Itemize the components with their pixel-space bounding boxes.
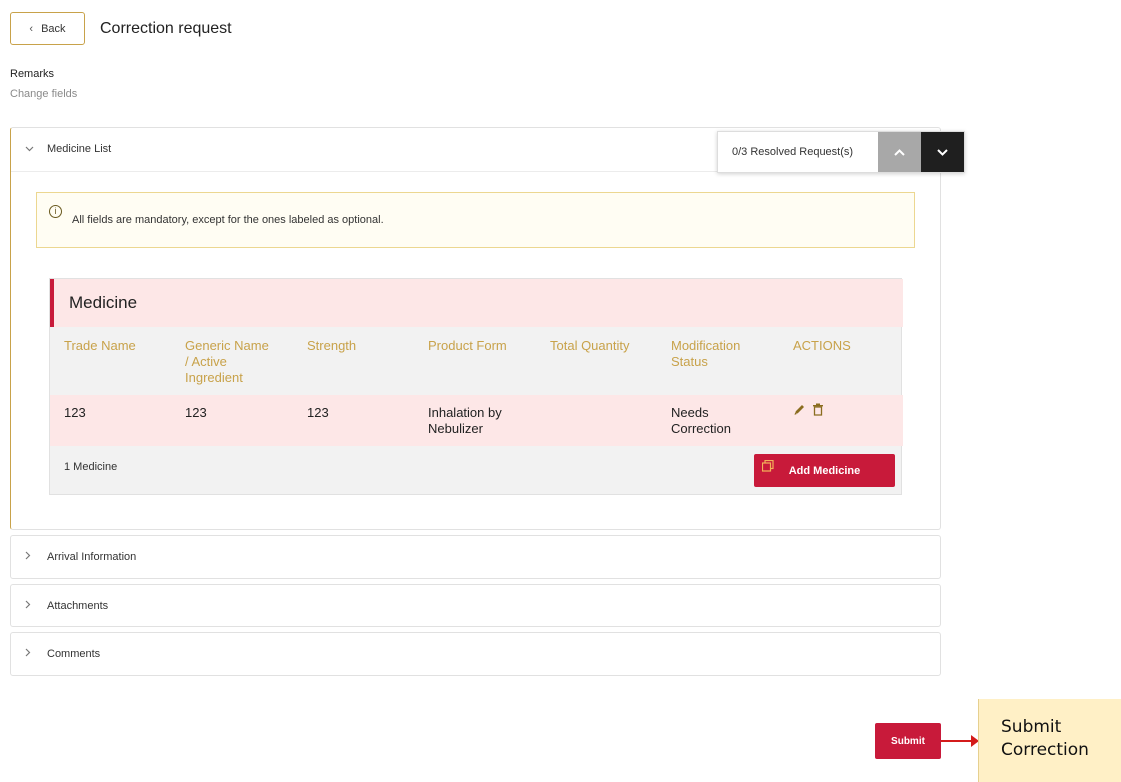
resolved-count: 0/3 Resolved Request(s) [732, 146, 854, 158]
generic-header-line: Ingredient [185, 370, 243, 385]
submit-button[interactable]: Submit [875, 723, 941, 759]
comments-title: Comments [47, 648, 101, 660]
next-request-button[interactable] [921, 132, 964, 172]
medicine-count: 1 Medicine [64, 461, 118, 473]
generic-header-line: / Active [185, 354, 227, 369]
submit-correction-callout: Submit Correction [978, 699, 1121, 782]
mod-header-line: Modification [671, 338, 741, 353]
add-medicine-button[interactable]: Add Medicine [754, 454, 895, 487]
column-header-actions: ACTIONS [793, 338, 851, 353]
comments-header[interactable]: Comments [11, 633, 940, 675]
edit-icon[interactable] [793, 403, 806, 419]
product-form-line: Nebulizer [428, 421, 483, 436]
page-title: Correction request [100, 20, 232, 37]
column-header-product-form: Product Form [428, 338, 507, 353]
medicine-card: Medicine Trade Name Generic Name / Activ… [49, 278, 903, 495]
cell-product-form: Inhalation by Nebulizer [428, 405, 502, 437]
resolved-requests-navigator: 0/3 Resolved Request(s) [717, 131, 965, 173]
chevron-down-icon [937, 148, 948, 156]
column-header-trade-name: Trade Name [64, 338, 136, 353]
status-line: Correction [671, 421, 731, 436]
chevron-left-icon: ‹ [29, 22, 34, 35]
product-form-line: Inhalation by [428, 405, 502, 420]
previous-request-button[interactable] [878, 132, 921, 172]
mandatory-fields-alert: i All fields are mandatory, except for t… [36, 192, 915, 248]
add-medicine-label: Add Medicine [788, 464, 861, 477]
cell-modification-status: Needs Correction [671, 405, 731, 437]
column-header-generic-name: Generic Name / Active Ingredient [185, 338, 269, 386]
info-icon: i [49, 204, 62, 218]
medicine-card-title: Medicine [50, 279, 903, 327]
mod-header-line: Status [671, 354, 708, 369]
column-header-total-quantity: Total Quantity [550, 338, 630, 353]
chevron-right-icon [25, 648, 35, 660]
row-actions [793, 403, 824, 419]
alert-text: All fields are mandatory, except for the… [72, 214, 384, 226]
cell-generic-name: 123 [185, 405, 207, 420]
status-line: Needs [671, 405, 709, 420]
callout-line: Submit [1001, 717, 1062, 737]
chevron-up-icon [894, 148, 905, 156]
attachments-title: Attachments [47, 600, 109, 612]
comments-panel: Comments [10, 632, 941, 676]
back-label: Back [41, 22, 66, 35]
generic-header-line: Generic Name [185, 338, 269, 353]
chevron-right-icon [25, 600, 35, 612]
add-copy-icon [761, 459, 774, 475]
back-button[interactable]: ‹ Back [10, 12, 85, 45]
attachments-panel: Attachments [10, 584, 941, 627]
remarks-sub: Change fields [10, 88, 78, 100]
arrival-information-panel: Arrival Information [10, 535, 941, 579]
column-header-modification-status: Modification Status [671, 338, 740, 370]
cell-trade-name: 123 [64, 405, 86, 420]
remarks-label: Remarks [10, 68, 55, 80]
trash-icon[interactable] [812, 403, 824, 419]
callout-line: Correction [1001, 740, 1089, 760]
column-header-strength: Strength [307, 338, 357, 353]
chevron-down-icon [25, 144, 35, 155]
chevron-right-icon [25, 551, 35, 563]
callout-arrow [941, 735, 979, 747]
medicine-list-title: Medicine List [47, 143, 112, 155]
arrival-information-title: Arrival Information [47, 551, 137, 563]
cell-strength: 123 [307, 405, 329, 420]
arrival-information-header[interactable]: Arrival Information [11, 536, 940, 578]
attachments-header[interactable]: Attachments [11, 585, 940, 627]
